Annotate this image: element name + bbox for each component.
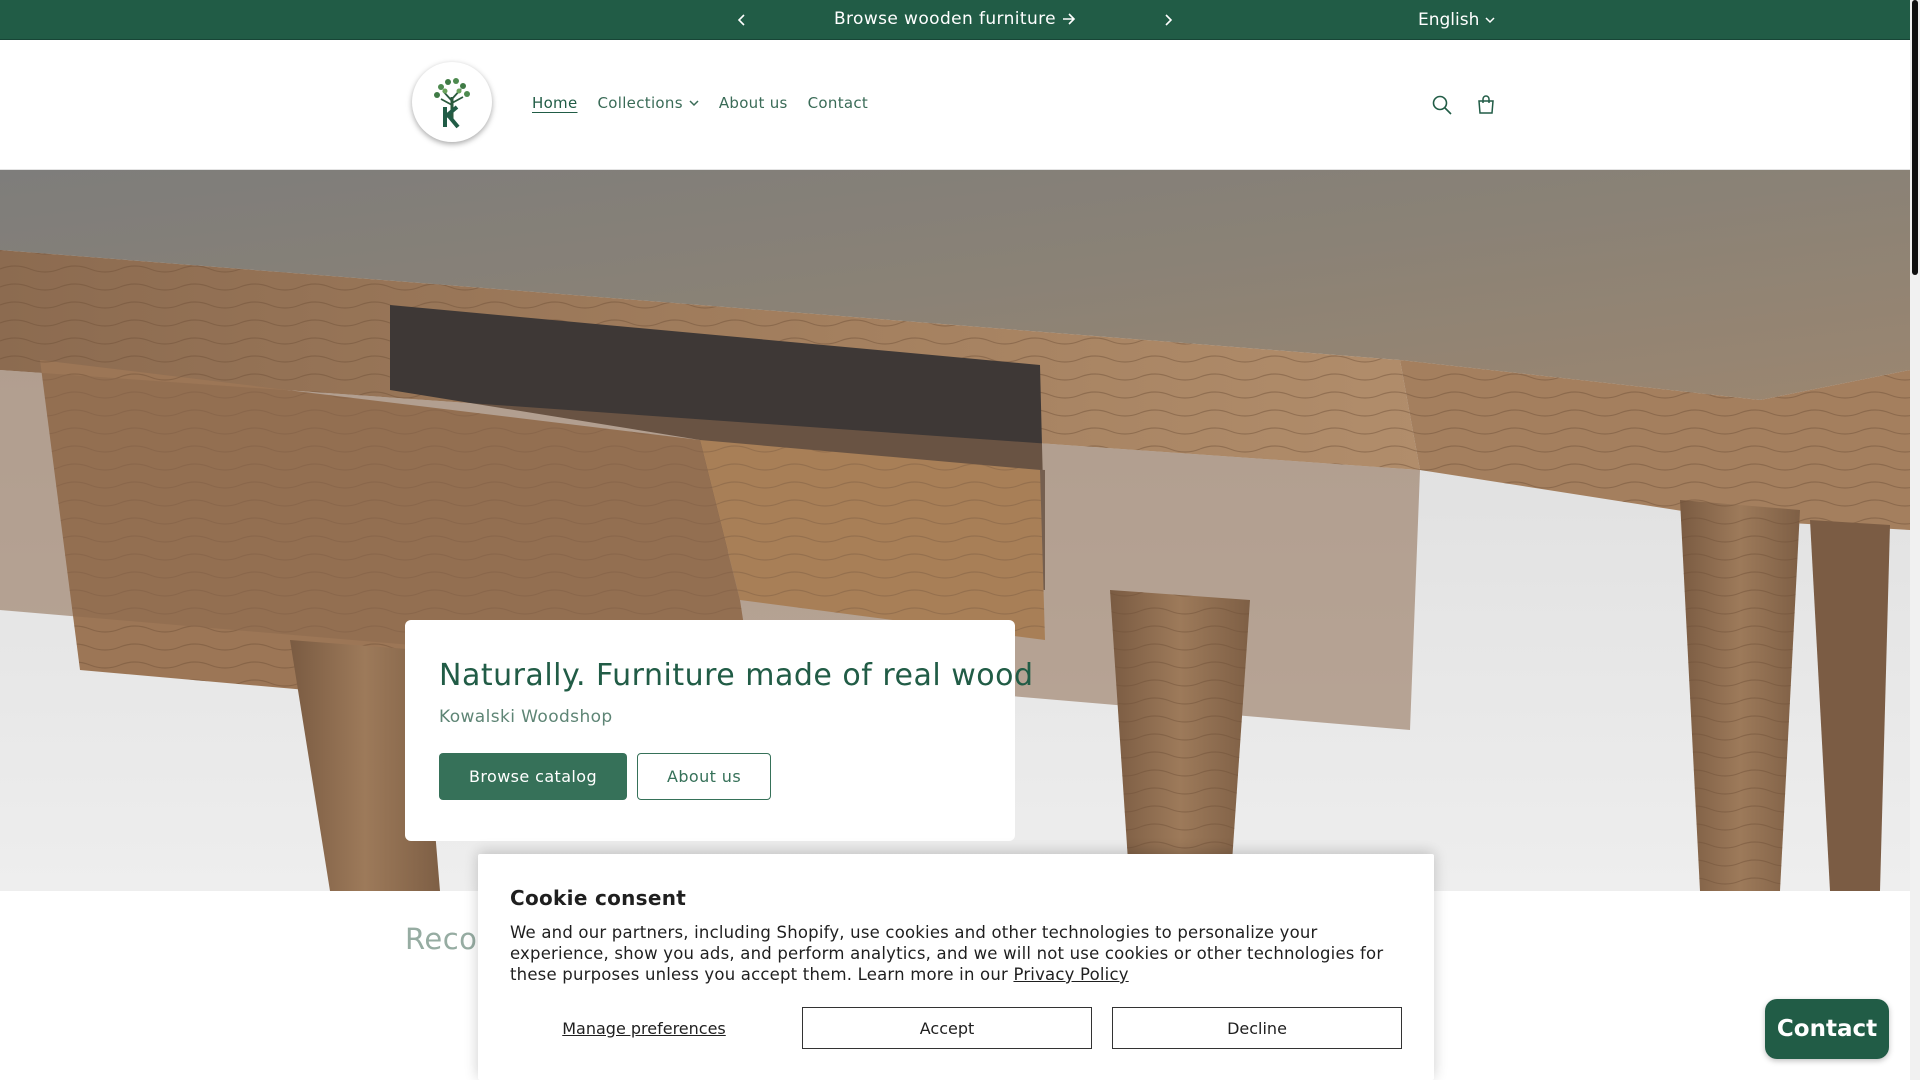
hero-title: Naturally. Furniture made of real wood [439,658,1034,693]
announcement-prev-button[interactable] [730,8,754,32]
browse-catalog-button[interactable]: Browse catalog [439,753,628,800]
main-nav: Home Collections About us Contact [522,94,878,112]
chevron-down-icon [689,99,699,106]
nav-collections-label: Collections [597,94,683,112]
search-icon [1432,95,1452,115]
announcement-text: Browse wooden furniture [833,9,1057,29]
arrow-right-icon [1063,13,1076,25]
nav-contact[interactable]: Contact [798,94,878,112]
language-label: English [1418,10,1480,30]
scrollbar-thumb[interactable] [1912,0,1918,275]
search-button[interactable] [1427,90,1457,120]
hero-subtitle: Kowalski Woodshop [439,707,613,727]
announcement-bar: Browse wooden furniture English [0,0,1910,40]
announcement-link[interactable]: Browse wooden furniture [790,9,1120,29]
privacy-policy-link[interactable]: Privacy Policy [1013,965,1128,984]
accept-button[interactable]: Accept [802,1007,1092,1049]
nav-home[interactable]: Home [522,94,588,112]
nav-about-label: About us [718,94,788,112]
cookie-body: We and our partners, including Shopify, … [510,923,1384,984]
nav-about[interactable]: About us [709,94,798,112]
decline-button[interactable]: Decline [1112,1007,1402,1049]
nav-contact-label: Contact [807,94,869,112]
cookie-consent-banner: Cookie consent We and our partners, incl… [478,854,1434,1080]
site-header: Home Collections About us Contact [0,40,1910,170]
nav-home-label: Home [532,94,578,112]
chevron-right-icon [1165,14,1173,26]
cookie-actions: Manage preferences Accept Decline [510,1007,1402,1049]
chevron-left-icon [737,14,745,26]
language-selector[interactable]: English [1418,8,1495,32]
chevron-down-icon [1485,16,1495,23]
tree-logo-icon [418,68,486,136]
cart-icon [1478,95,1494,114]
about-us-button[interactable]: About us [637,753,772,800]
nav-collections[interactable]: Collections [588,94,709,112]
store-logo[interactable] [412,62,492,142]
hero-buttons: Browse catalog About us [439,753,981,800]
cart-button[interactable] [1471,90,1501,120]
manage-preferences-button[interactable]: Manage preferences [510,1007,778,1049]
cookie-title: Cookie consent [510,886,687,910]
announcement-next-button[interactable] [1156,8,1180,32]
hero-text-card: Naturally. Furniture made of real wood K… [405,620,1034,841]
contact-chat-button[interactable]: Contact [1765,999,1889,1059]
cookie-text: We and our partners, including Shopify, … [510,922,1390,985]
